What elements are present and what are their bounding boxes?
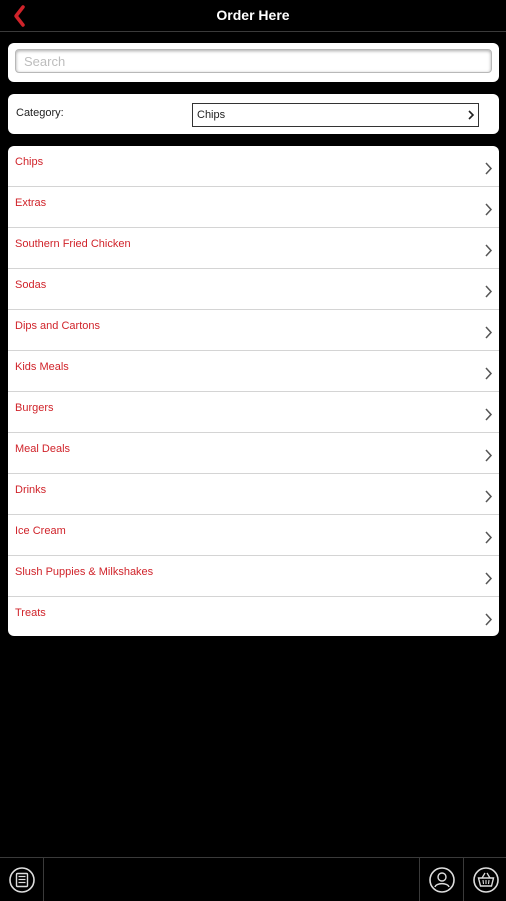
chevron-right-icon <box>485 326 493 339</box>
basket-button[interactable] <box>472 866 500 894</box>
menu-list-button[interactable] <box>8 866 36 894</box>
list-item-treats[interactable]: Treats <box>8 597 499 636</box>
basket-icon <box>473 867 499 893</box>
list-item-label: Chips <box>15 156 44 168</box>
category-label: Category: <box>16 107 64 119</box>
list-item-label: Dips and Cartons <box>15 320 100 332</box>
chevron-right-icon <box>485 531 493 544</box>
header-bar: Order Here <box>0 0 506 32</box>
list-item-label: Meal Deals <box>15 443 71 455</box>
list-item-meal-deals[interactable]: Meal Deals <box>8 433 499 474</box>
chevron-right-icon <box>485 203 493 216</box>
list-item-label: Treats <box>15 607 46 619</box>
list-item-chips[interactable]: Chips <box>8 146 499 187</box>
list-item-label: Burgers <box>15 402 54 414</box>
menu-list-icon <box>9 867 35 893</box>
category-select[interactable]: Chips <box>192 103 479 127</box>
list-item-burgers[interactable]: Burgers <box>8 392 499 433</box>
chevron-right-icon <box>468 110 475 120</box>
list-item-label: Southern Fried Chicken <box>15 238 131 250</box>
chevron-right-icon <box>485 408 493 421</box>
account-button[interactable] <box>428 866 456 894</box>
search-input[interactable] <box>15 49 492 73</box>
list-item-dips-and-cartons[interactable]: Dips and Cartons <box>8 310 499 351</box>
category-selected-value: Chips <box>197 109 226 121</box>
toolbar-divider <box>419 858 420 901</box>
chevron-right-icon <box>485 572 493 585</box>
list-item-drinks[interactable]: Drinks <box>8 474 499 515</box>
list-item-kids-meals[interactable]: Kids Meals <box>8 351 499 392</box>
list-item-southern-fried-chicken[interactable]: Southern Fried Chicken <box>8 228 499 269</box>
chevron-right-icon <box>485 162 493 175</box>
chevron-right-icon <box>485 490 493 503</box>
list-item-label: Extras <box>15 197 47 209</box>
page-title: Order Here <box>216 7 290 23</box>
list-item-ice-cream[interactable]: Ice Cream <box>8 515 499 556</box>
menu-category-list: Chips Extras Southern Fried Chicken Soda… <box>8 146 499 636</box>
chevron-right-icon <box>485 367 493 380</box>
category-panel: Category: Chips <box>8 94 499 134</box>
account-icon <box>429 867 455 893</box>
chevron-right-icon <box>485 244 493 257</box>
search-panel <box>8 43 499 82</box>
list-item-extras[interactable]: Extras <box>8 187 499 228</box>
list-item-slush-puppies-milkshakes[interactable]: Slush Puppies & Milkshakes <box>8 556 499 597</box>
toolbar-divider <box>463 858 464 901</box>
list-item-label: Ice Cream <box>15 525 66 537</box>
chevron-right-icon <box>485 613 493 626</box>
bottom-toolbar <box>0 857 506 901</box>
list-item-label: Drinks <box>15 484 47 496</box>
toolbar-divider <box>43 858 44 901</box>
chevron-right-icon <box>485 285 493 298</box>
list-item-label: Slush Puppies & Milkshakes <box>15 566 154 578</box>
chevron-right-icon <box>485 449 493 462</box>
list-item-sodas[interactable]: Sodas <box>8 269 499 310</box>
list-item-label: Sodas <box>15 279 47 291</box>
list-item-label: Kids Meals <box>15 361 69 373</box>
